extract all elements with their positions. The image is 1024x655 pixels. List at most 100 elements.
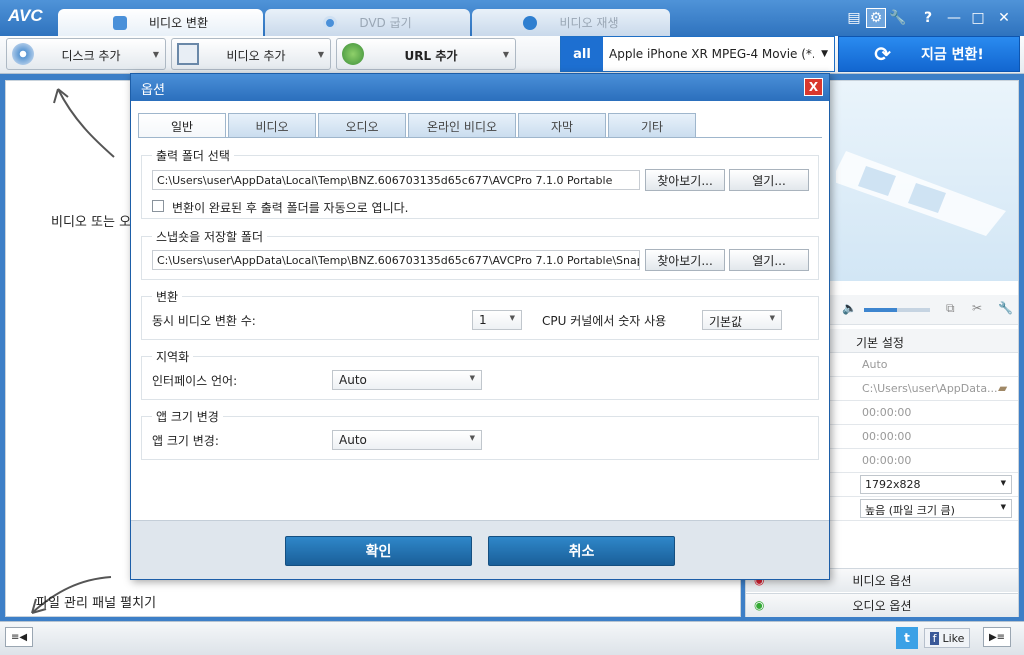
volume-icon[interactable]: 🔈 (842, 301, 857, 315)
minimize-icon[interactable]: — (944, 8, 964, 28)
simultaneous-select[interactable]: 1 ▼ (472, 310, 522, 330)
tab-online-video[interactable]: 온라인 비디오 (408, 113, 516, 138)
audio-options-label: 오디오 옵션 (852, 599, 912, 613)
auto-open-checkbox[interactable] (152, 200, 164, 212)
auto-open-label: 변환이 완료된 후 출력 폴더를 자동으로 엽니다. (172, 201, 409, 215)
app-size-group: 앱 크기 변경 앱 크기 변경: Auto ▼ (141, 408, 819, 460)
volume-slider[interactable] (864, 308, 930, 312)
disc-icon (323, 15, 338, 30)
profile-label: Apple iPhone XR MPEG-4 Movie (*.m... (609, 47, 814, 61)
snapshot-browse-button[interactable]: 찾아보기... (645, 249, 725, 271)
dialog-close-button[interactable]: X (804, 78, 823, 96)
audio-options-icon: ◉ (754, 598, 765, 612)
tab-audio[interactable]: 오디오 (318, 113, 406, 138)
app-logo: AVC (8, 6, 43, 25)
twitter-icon[interactable]: t (896, 627, 918, 649)
tab-video-play[interactable]: 비디오 재생 (472, 9, 670, 36)
simultaneous-value: 1 (479, 313, 487, 327)
simultaneous-label: 동시 비디오 변환 수: (152, 314, 256, 328)
chevron-down-icon[interactable]: ▼ (153, 50, 159, 59)
app-size-field-label: 앱 크기 변경: (152, 434, 219, 448)
output-browse-button[interactable]: 찾아보기... (645, 169, 725, 191)
cpu-cores-label: CPU 커널에서 숫자 사용 (542, 314, 667, 328)
tab-subtitle[interactable]: 자막 (518, 113, 606, 138)
ok-button[interactable]: 확인 (285, 536, 472, 566)
title-bar: AVC 비디오 변환 DVD 굽기 비디오 재생 ▤ ⚙ 🔧 ? — □ ✕ (0, 0, 1024, 36)
tab-divider (138, 137, 822, 138)
options-dialog: 옵션 X 일반 비디오 오디오 온라인 비디오 자막 기타 출력 폴더 선택 C… (130, 73, 830, 580)
output-profile-select[interactable]: all Apple iPhone XR MPEG-4 Movie (*.m...… (560, 36, 835, 72)
expand-file-panel-link[interactable]: 파일 관리 패널 펼치기 (36, 592, 156, 611)
add-disc-button[interactable]: 디스크 추가 ▼ (6, 38, 166, 70)
help-icon[interactable]: ? (918, 8, 938, 28)
tab-general[interactable]: 일반 (138, 113, 226, 138)
tools-icon[interactable]: 🔧 (998, 301, 1013, 315)
output-open-button[interactable]: 열기... (729, 169, 809, 191)
language-select[interactable]: Auto ▼ (332, 370, 482, 390)
tab-label: 비디오 변환 (148, 16, 208, 30)
scissors-icon[interactable]: ✂ (972, 301, 982, 315)
localization-group: 지역화 인터페이스 언어: Auto ▼ (141, 348, 819, 400)
close-window-icon[interactable]: ✕ (994, 8, 1014, 28)
panel-toggle-icon[interactable]: ≡◀ (5, 627, 33, 647)
snapshot-folder-path[interactable]: C:\Users\user\AppData\Local\Temp\BNZ.606… (152, 250, 640, 270)
quality-select[interactable]: 높음 (파일 크기 큼) ▼ (860, 499, 1012, 518)
convert-icon (112, 15, 127, 30)
dialog-title-bar: 옵션 X (131, 74, 829, 101)
refresh-icon: ⟳ (874, 42, 891, 66)
setting-value: 00:00:00 (862, 406, 912, 419)
setting-value: 00:00:00 (862, 454, 912, 467)
add-video-button[interactable]: 비디오 추가 ▼ (171, 38, 331, 70)
chevron-down-icon: ▼ (469, 374, 475, 382)
settings-gear-icon[interactable]: ⚙ (866, 8, 886, 28)
chevron-down-icon: ▼ (1000, 503, 1006, 511)
snapshot-folder-label: 스냅숏을 저장할 폴더 (152, 228, 267, 245)
convert-now-label: 지금 변환! (920, 47, 984, 63)
tab-video-convert[interactable]: 비디오 변환 (58, 9, 263, 36)
app-size-select[interactable]: Auto ▼ (332, 430, 482, 450)
arrow-up-left-icon (53, 88, 115, 158)
conversion-group: 변환 동시 비디오 변환 수: 1 ▼ CPU 커널에서 숫자 사용 기본값 ▼ (141, 288, 819, 340)
cancel-button[interactable]: 취소 (488, 536, 675, 566)
report-icon[interactable]: ▤ (844, 8, 864, 28)
tab-label: 비디오 재생 (559, 16, 619, 30)
maximize-icon[interactable]: □ (968, 8, 988, 28)
facebook-like-button[interactable]: f Like (924, 628, 970, 648)
app-size-value: Auto (339, 433, 367, 447)
snapshot-open-button[interactable]: 열기... (729, 249, 809, 271)
snapshot-icon[interactable]: ⧉ (946, 301, 955, 316)
tab-label: DVD 굽기 (359, 16, 412, 30)
output-folder-label: 출력 폴더 선택 (152, 147, 234, 164)
resolution-select[interactable]: 1792x828 ▼ (860, 475, 1012, 494)
globe-add-icon (342, 43, 364, 65)
convert-now-button[interactable]: ⟳ 지금 변환! (838, 36, 1020, 72)
like-label: Like (942, 631, 965, 645)
wrench-icon[interactable]: 🔧 (888, 8, 908, 28)
chevron-down-icon[interactable]: ▼ (318, 50, 324, 59)
output-folder-path[interactable]: C:\Users\user\AppData\Local\Temp\BNZ.606… (152, 170, 640, 190)
tab-etc[interactable]: 기타 (608, 113, 696, 138)
facebook-icon: f (929, 631, 940, 645)
cpu-cores-select[interactable]: 기본값 ▼ (702, 310, 782, 330)
chevron-down-icon[interactable]: ▼ (821, 49, 828, 59)
tab-video[interactable]: 비디오 (228, 113, 316, 138)
play-icon (523, 15, 538, 30)
dialog-footer: 확인 취소 (131, 520, 829, 579)
folder-icon[interactable]: ▰ (998, 381, 1007, 395)
tab-dvd-burn[interactable]: DVD 굽기 (265, 9, 470, 36)
conversion-label: 변환 (152, 288, 183, 305)
film-strip-icon (836, 151, 1006, 236)
add-url-button[interactable]: URL 추가 ▼ (336, 38, 516, 70)
audio-options-button[interactable]: ◉ 오디오 옵션 (746, 593, 1018, 617)
setting-value: C:\Users\user\AppData... (862, 382, 998, 395)
output-folder-group: 출력 폴더 선택 C:\Users\user\AppData\Local\Tem… (141, 147, 819, 219)
panel-expand-icon[interactable]: ▶≡ (983, 627, 1011, 647)
chevron-down-icon: ▼ (509, 314, 515, 322)
phone-profile-icon: all (561, 37, 603, 71)
status-bar: ≡◀ t f Like ▶≡ (0, 621, 1024, 655)
setting-value: Auto (862, 358, 888, 371)
chevron-down-icon[interactable]: ▼ (503, 50, 509, 59)
dialog-body: 일반 비디오 오디오 온라인 비디오 자막 기타 출력 폴더 선택 C:\Use… (131, 101, 829, 520)
drop-hint-text: 비디오 또는 오 (51, 215, 132, 230)
toolbar: 디스크 추가 ▼ 비디오 추가 ▼ URL 추가 ▼ all Apple iPh… (0, 36, 1024, 74)
